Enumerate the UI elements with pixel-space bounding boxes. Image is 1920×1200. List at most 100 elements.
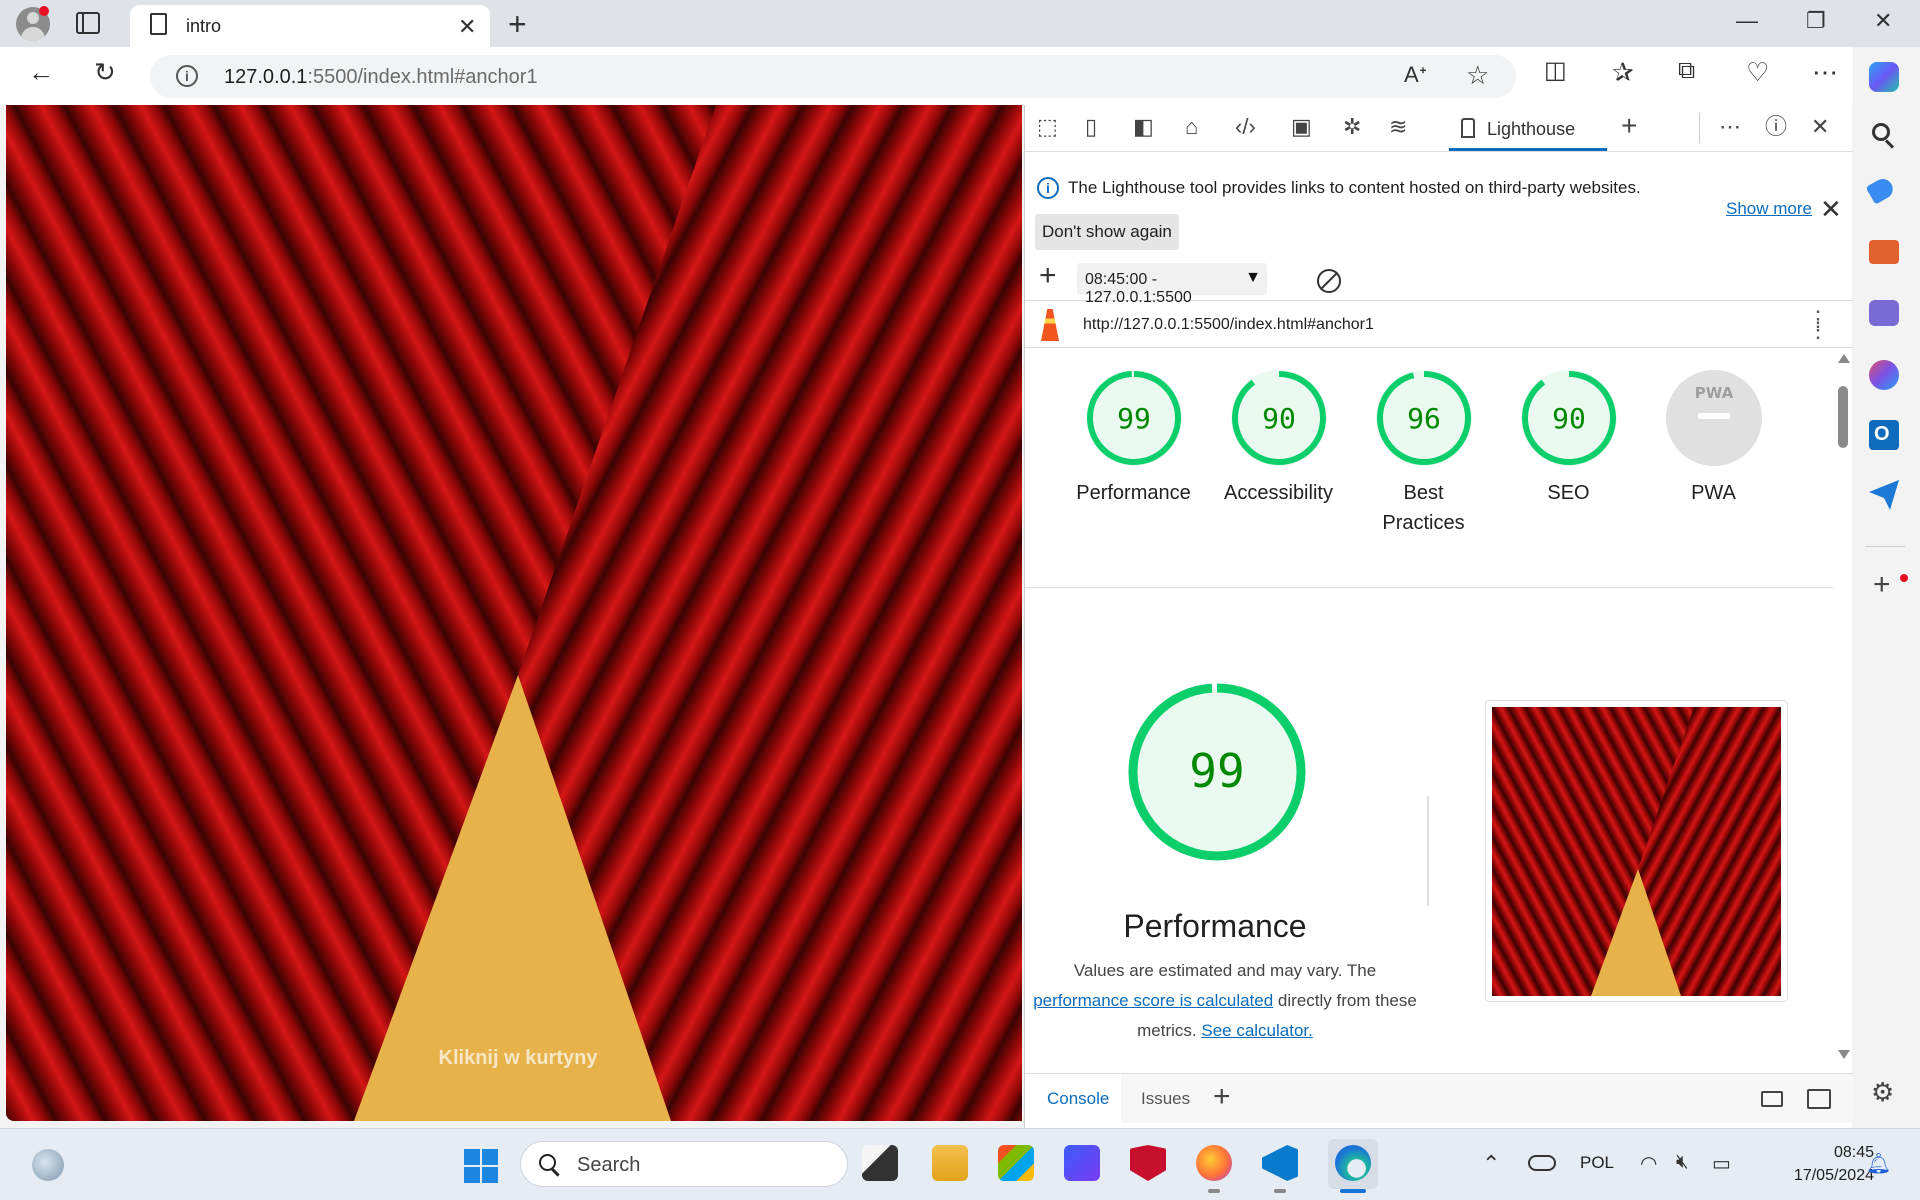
close-infobar-icon[interactable]: ✕ <box>1820 194 1842 225</box>
firefox-icon[interactable] <box>1196 1145 1232 1181</box>
report-url-row: http://127.0.0.1:5500/index.html#anchor1… <box>1025 301 1853 348</box>
notifications-bell-icon[interactable]: 🔔︎ <box>1866 1151 1891 1176</box>
final-screenshot-frame[interactable] <box>1485 700 1788 1002</box>
drop-send-icon[interactable] <box>1869 480 1899 510</box>
more-tools-plus-icon[interactable]: + <box>1621 112 1637 140</box>
clock[interactable]: 08:45 17/05/2024 <box>1760 1141 1874 1187</box>
favorites-icon[interactable]: ✰ <box>1612 59 1634 85</box>
minimize-icon[interactable]: — <box>1736 8 1758 34</box>
sources-bug-icon[interactable]: ✲ <box>1343 116 1361 138</box>
dont-show-again-button[interactable]: Don't show again <box>1035 214 1179 250</box>
games-icon[interactable] <box>1869 300 1899 326</box>
weather-widget-icon[interactable] <box>32 1149 64 1181</box>
close-tab-icon[interactable]: ✕ <box>458 14 476 40</box>
console-icon[interactable]: ▣ <box>1291 116 1312 138</box>
task-view-icon[interactable] <box>862 1145 898 1181</box>
more-options-icon[interactable]: ⋯ <box>1719 116 1741 138</box>
collections-icon[interactable]: ⧉ <box>1678 59 1695 83</box>
read-aloud-icon[interactable]: Aᐩ <box>1404 64 1427 86</box>
drawer-tab-issues[interactable]: Issues <box>1141 1089 1190 1109</box>
welcome-home-icon[interactable]: ⌂ <box>1185 116 1198 138</box>
start-button-windows-icon[interactable] <box>464 1149 498 1183</box>
close-window-icon[interactable]: ✕ <box>1874 8 1892 34</box>
taskbar-search[interactable]: Search <box>520 1141 848 1187</box>
close-devtools-icon[interactable]: ✕ <box>1811 116 1829 138</box>
new-report-plus-icon[interactable]: + <box>1039 259 1057 293</box>
tab-lighthouse-label: Lighthouse <box>1487 119 1576 139</box>
input-language[interactable]: POL <box>1580 1153 1614 1173</box>
scroll-thumb[interactable] <box>1838 386 1848 448</box>
lighthouse-logo-icon <box>1041 309 1059 341</box>
add-sidebar-app-icon[interactable]: + <box>1873 568 1891 602</box>
show-hidden-icons-chevron-icon[interactable]: ⌃ <box>1482 1151 1500 1177</box>
new-tab-button[interactable]: + <box>508 6 527 43</box>
report-select[interactable]: 08:45:00 - 127.0.0.1:5500 ▼ <box>1077 263 1267 306</box>
report-url: http://127.0.0.1:5500/index.html#anchor1 <box>1083 316 1374 333</box>
score-value: 99 <box>1117 402 1151 435</box>
toolbar-divider <box>1699 113 1700 143</box>
show-more-link[interactable]: Show more <box>1726 199 1812 219</box>
favorite-star-icon[interactable]: ☆ <box>1466 62 1489 88</box>
inspect-icon[interactable]: ⬚ <box>1037 116 1058 138</box>
score-gauge-performance[interactable]: 99 Performance <box>1061 368 1206 508</box>
dock-drawer-icon[interactable] <box>1761 1091 1783 1107</box>
microsoft-365-icon[interactable] <box>1869 360 1899 390</box>
kebab-menu-icon[interactable]: ⋮ ⋮ <box>1807 308 1829 341</box>
search-icon[interactable] <box>1869 120 1899 150</box>
network-wifi-icon[interactable]: ≋ <box>1389 116 1407 138</box>
elements-icon[interactable]: ‹/› <box>1235 116 1256 138</box>
lighthouse-report[interactable]: 99 Performance 90 Accessibility 96 Best Pract… <box>1025 348 1833 1069</box>
back-icon[interactable]: ← <box>28 59 54 85</box>
wifi-icon[interactable]: ◠ <box>1640 1151 1657 1176</box>
score-gauge-best-practices[interactable]: 96 Best Practices <box>1351 368 1496 538</box>
more-menu-icon[interactable]: ⋯ <box>1812 59 1838 85</box>
url-text[interactable]: 127.0.0.1:5500/index.html#anchor1 <box>224 66 538 89</box>
running-indicator <box>1274 1189 1286 1193</box>
score-label: PWA <box>1691 482 1736 504</box>
scroll-down-icon[interactable] <box>1838 1050 1850 1059</box>
tab-lighthouse[interactable]: Lighthouse <box>1449 105 1607 151</box>
outlook-icon[interactable]: O <box>1869 420 1899 450</box>
dock-side-icon[interactable]: ◧ <box>1133 116 1154 138</box>
browser-toolbar: ← ↻ i 127.0.0.1:5500/index.html#anchor1 … <box>0 47 1920 105</box>
help-icon[interactable]: ⓘ <box>1765 116 1787 138</box>
battery-icon[interactable]: ▭ <box>1712 1151 1731 1176</box>
gauge-svg: 90 <box>1520 370 1617 466</box>
clear-reports-icon[interactable] <box>1317 269 1341 293</box>
report-scrollbar[interactable] <box>1833 348 1853 1069</box>
tools-toolbox-icon[interactable] <box>1869 240 1899 264</box>
divider <box>1025 587 1833 588</box>
score-calculated-link[interactable]: performance score is calculated <box>1033 991 1273 1010</box>
info-icon[interactable]: i <box>176 65 198 87</box>
scroll-up-icon[interactable] <box>1838 354 1850 363</box>
taskbar-search-placeholder: Search <box>577 1154 641 1176</box>
see-calculator-link[interactable]: See calculator. <box>1201 1021 1313 1040</box>
shopping-tag-icon[interactable] <box>1865 175 1897 205</box>
browser-tab[interactable]: intro ✕ <box>130 5 490 47</box>
score-gauge-pwa[interactable]: PWA PWA <box>1641 368 1786 508</box>
volume-muted-icon[interactable]: 🔇︎ <box>1676 1151 1689 1174</box>
undock-drawer-icon[interactable] <box>1807 1089 1831 1109</box>
microsoft-store-icon[interactable] <box>998 1145 1034 1181</box>
restore-icon[interactable]: ❐ <box>1806 8 1826 34</box>
score-label: Accessibility <box>1224 482 1333 504</box>
split-screen-icon[interactable]: ◫ <box>1544 59 1567 83</box>
score-gauge-seo[interactable]: 90 SEO <box>1496 368 1641 508</box>
sidebar-settings-gear-icon[interactable]: ⚙ <box>1871 1077 1894 1108</box>
address-bar[interactable]: i 127.0.0.1:5500/index.html#anchor1 Aᐩ ☆ <box>150 55 1516 98</box>
edge-icon[interactable] <box>1335 1145 1371 1181</box>
vscode-icon[interactable] <box>1262 1145 1298 1181</box>
tab-actions-icon[interactable] <box>76 12 100 34</box>
score-gauge-accessibility[interactable]: 90 Accessibility <box>1206 368 1351 508</box>
browser-essentials-icon[interactable]: ♡ <box>1746 59 1769 85</box>
device-emulation-icon[interactable]: ▯ <box>1085 116 1097 138</box>
maestro-app-icon[interactable] <box>1064 1145 1100 1181</box>
onedrive-cloud-icon[interactable] <box>1528 1155 1556 1171</box>
drawer-tab-console[interactable]: Console <box>1025 1074 1121 1123</box>
file-explorer-icon[interactable] <box>932 1145 968 1181</box>
page-viewport[interactable]: Kliknij w kurtyny <box>6 105 1022 1121</box>
drawer-add-tab-icon[interactable]: + <box>1213 1080 1231 1114</box>
refresh-icon[interactable]: ↻ <box>94 59 116 85</box>
mcafee-shield-icon[interactable] <box>1130 1145 1166 1181</box>
copilot-icon[interactable] <box>1869 62 1899 92</box>
